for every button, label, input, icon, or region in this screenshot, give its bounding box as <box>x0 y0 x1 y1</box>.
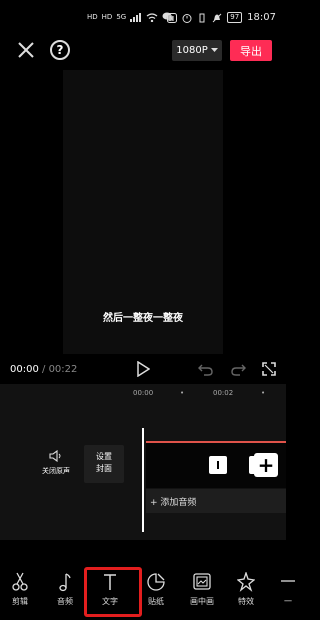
resolution-label: 1080P <box>176 45 208 56</box>
resolution-dropdown[interactable]: 1080P <box>172 40 222 61</box>
ruler-dot: • <box>180 389 185 397</box>
cover-label-line2: 封面 <box>96 464 112 473</box>
set-cover-button[interactable]: 设置 封面 <box>84 445 124 483</box>
picture-in-picture-icon <box>193 573 211 590</box>
current-time: 00:00 <box>10 364 39 375</box>
tool-label: 剪辑 <box>12 597 28 606</box>
text-tool-highlight <box>84 567 142 617</box>
tool-effects[interactable]: 特效 <box>226 572 266 607</box>
tool-picture-in-picture[interactable]: 画中画 <box>182 572 222 607</box>
track-progress-line <box>146 441 286 443</box>
signal-icon <box>130 12 142 22</box>
tool-cut[interactable]: 剪辑 <box>0 572 40 607</box>
clock: 18:07 <box>247 12 276 23</box>
tool-label: 贴纸 <box>148 597 164 606</box>
tool-more[interactable]: 一 <box>268 572 308 607</box>
help-icon[interactable]: ? <box>50 40 70 60</box>
status-bar: HD HD 5G N 97 18:07 <box>0 0 286 40</box>
redo-icon[interactable] <box>230 362 246 376</box>
ruler-tick: 00:02 <box>213 389 234 397</box>
caret-down-icon <box>210 48 218 52</box>
total-time: 00:22 <box>48 364 78 375</box>
close-icon[interactable] <box>16 40 36 60</box>
transition-handle[interactable] <box>209 456 227 474</box>
system-indicators: N 97 18:07 <box>167 12 276 23</box>
alarm-icon <box>182 13 192 23</box>
hd-badge: HD <box>101 12 113 21</box>
tool-label: 特效 <box>238 597 254 606</box>
more-icon <box>281 580 295 582</box>
nfc-icon: N <box>167 12 178 23</box>
sticker-icon <box>147 573 165 591</box>
mute-label: 关闭原声 <box>42 467 70 475</box>
network-indicators: HD HD 5G <box>87 12 174 22</box>
music-note-icon <box>59 573 71 592</box>
add-audio-track[interactable]: + 添加音频 <box>146 489 286 513</box>
scissors-icon <box>12 572 28 591</box>
tool-audio[interactable]: 音频 <box>45 572 85 607</box>
time-separator: / <box>38 364 49 375</box>
bottom-toolbar: 剪辑 音频 文字 贴纸 画中画 特效 一 <box>0 560 295 620</box>
tool-label: 音频 <box>57 597 73 606</box>
cover-label-line1: 设置 <box>96 452 112 461</box>
speaker-icon <box>49 450 61 462</box>
tool-label: 画中画 <box>190 597 214 606</box>
editor-top-bar: ? 1080P 导出 <box>0 40 286 62</box>
mute-bell-icon <box>212 13 222 22</box>
fullscreen-icon[interactable] <box>262 362 276 376</box>
tool-sticker[interactable]: 贴纸 <box>136 572 176 607</box>
ruler-tick: 00:00 <box>133 389 154 397</box>
mute-original-audio-button[interactable]: 关闭原声 <box>38 450 74 476</box>
wifi-icon <box>146 12 158 22</box>
play-icon[interactable] <box>136 361 150 377</box>
hd-badge: HD <box>87 12 98 21</box>
subtitle-caption: 然后一整夜一整夜 <box>103 313 183 324</box>
playback-time: 00:00 / 00:22 <box>10 364 77 375</box>
tool-label: 一 <box>284 597 292 606</box>
svg-text:N: N <box>169 15 174 23</box>
sparkle-star-icon <box>237 572 255 592</box>
undo-icon[interactable] <box>198 362 214 376</box>
playhead[interactable] <box>142 428 144 532</box>
ruler-dot: • <box>261 389 266 397</box>
add-clip-button[interactable]: + <box>254 453 278 477</box>
signal-label: 5G <box>116 12 127 21</box>
vibrate-icon <box>199 13 205 22</box>
battery-level: 97 <box>227 12 243 23</box>
export-button[interactable]: 导出 <box>230 40 272 61</box>
